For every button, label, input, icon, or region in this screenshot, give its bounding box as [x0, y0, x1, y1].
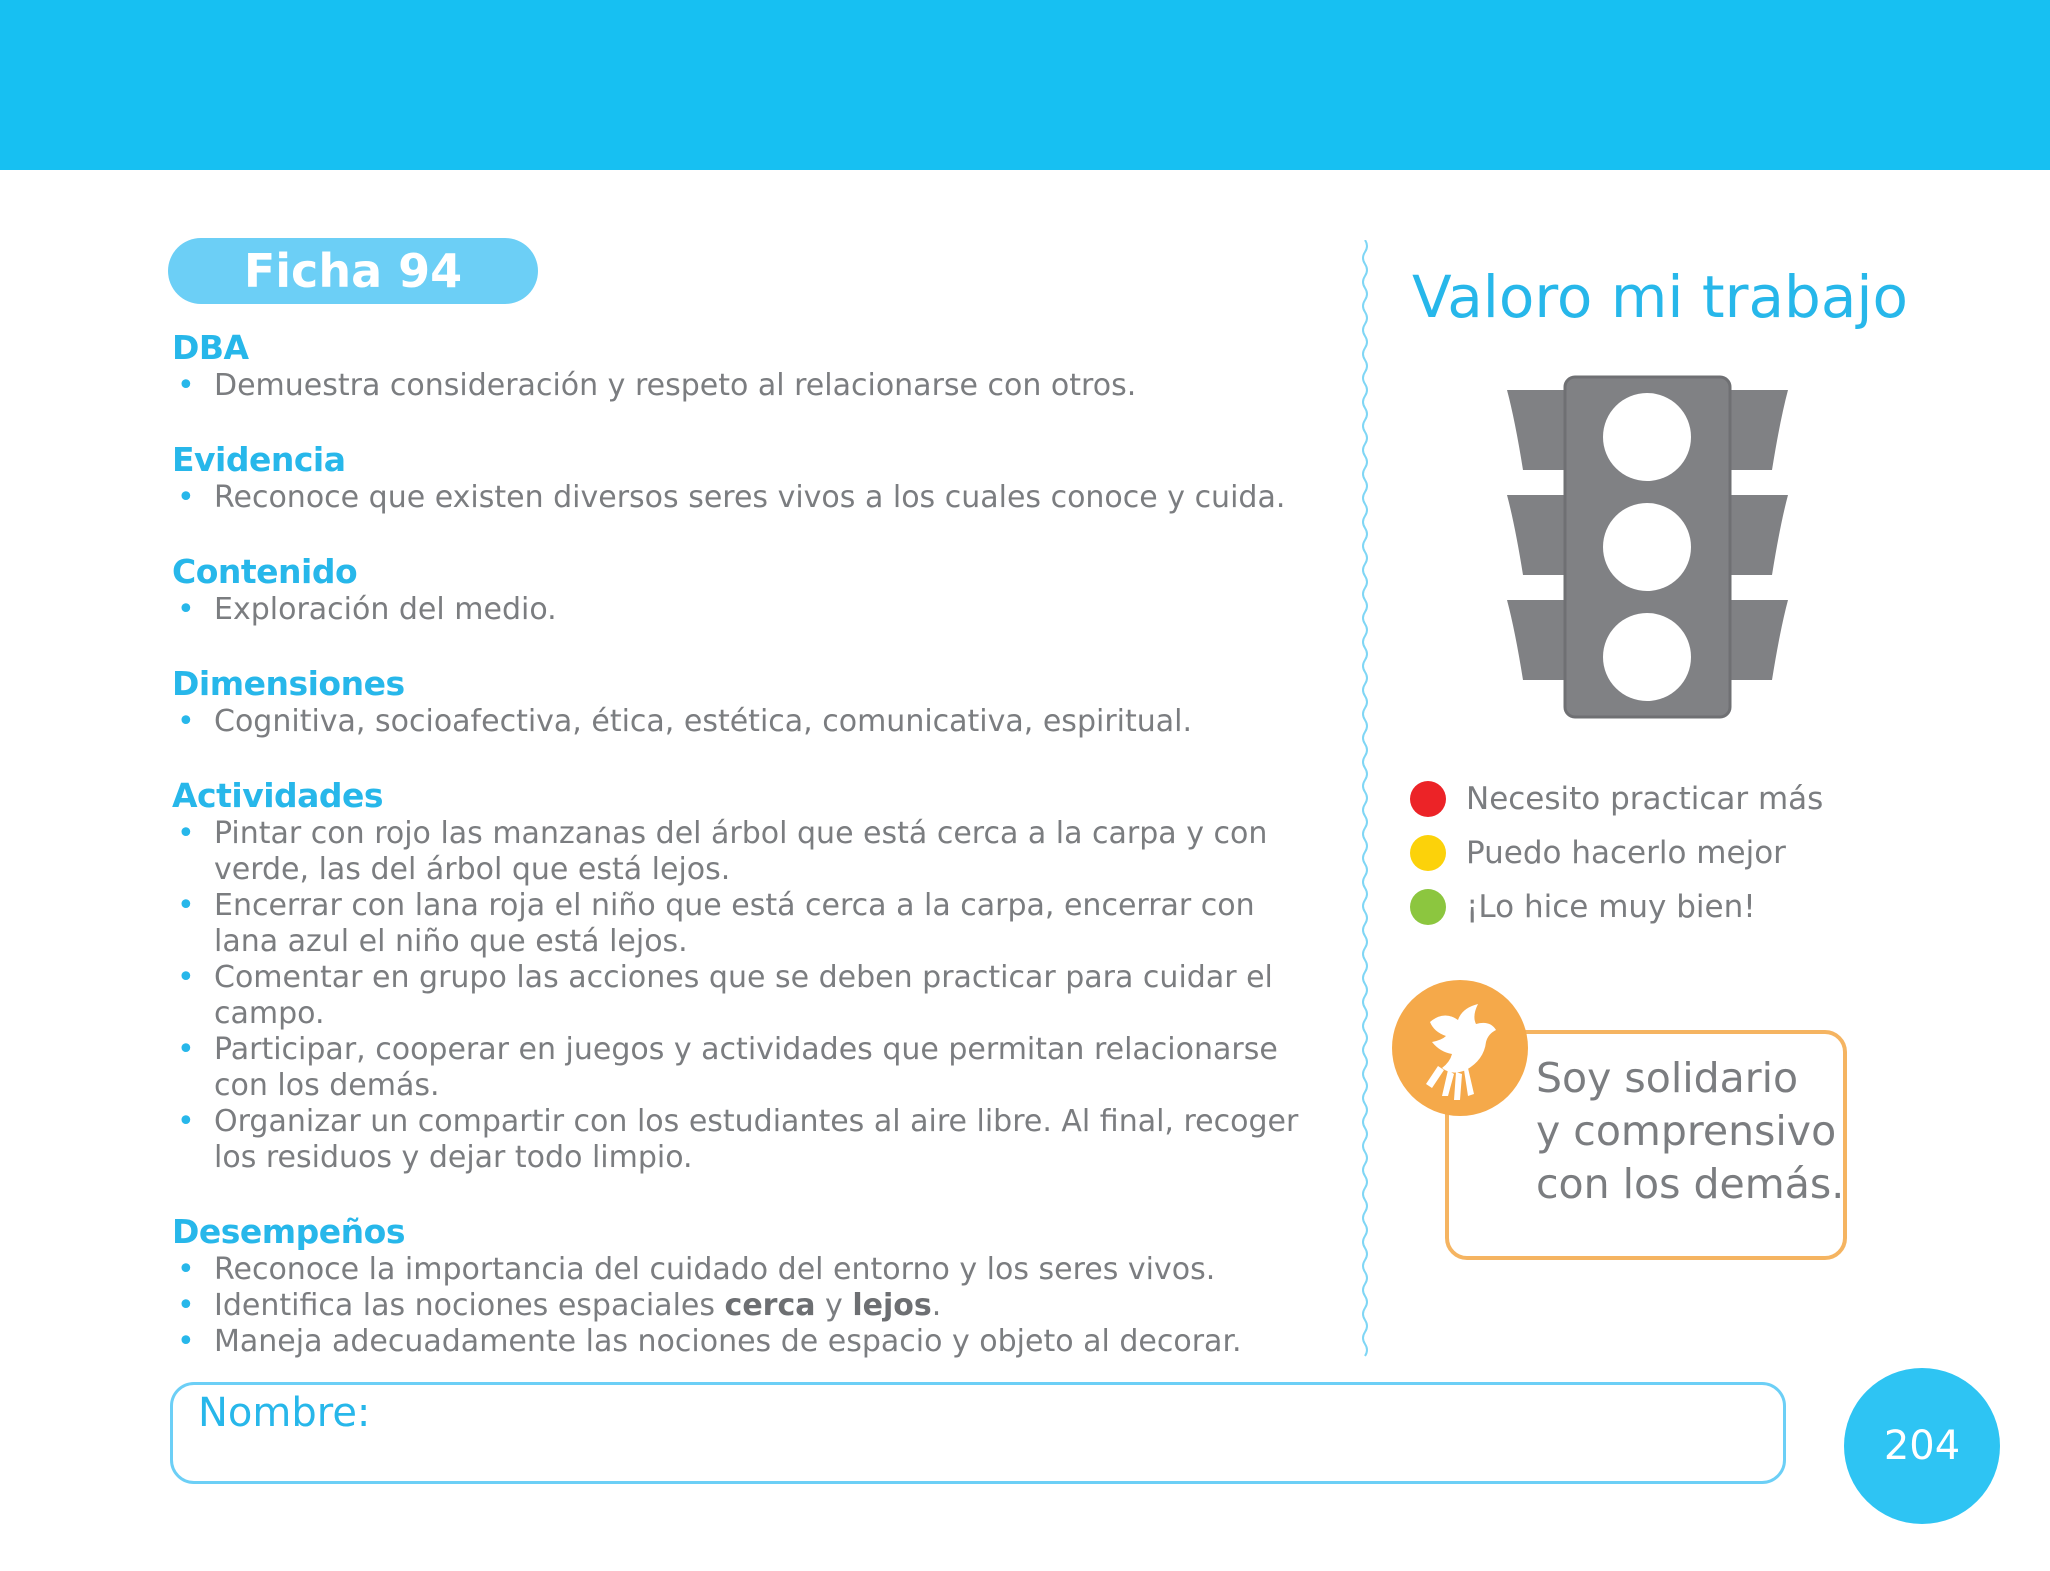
ficha-label: Ficha 94 — [243, 244, 463, 298]
sections-column: DBA Demuestra consideración y respeto al… — [172, 328, 1322, 1396]
list-item: Comentar en grupo las acciones que se de… — [172, 960, 1322, 1032]
green-dot-icon — [1410, 889, 1446, 925]
text-run: Identifica las nociones espaciales — [214, 1288, 725, 1323]
section-title: Contenido — [172, 552, 358, 591]
section-title: Dimensiones — [172, 664, 405, 703]
section-dba: DBA Demuestra consideración y respeto al… — [172, 328, 1322, 404]
section-title: Evidencia — [172, 440, 346, 479]
legend-item-green: ¡Lo hice muy bien! — [1410, 880, 1823, 934]
page-number-badge: 204 — [1844, 1368, 2000, 1524]
section-actividades: Actividades Pintar con rojo las manzanas… — [172, 776, 1322, 1176]
bold-word-cerca: cerca — [724, 1288, 816, 1323]
rating-legend: Necesito practicar más Puedo hacerlo mej… — [1410, 772, 1823, 934]
section-dimensiones: Dimensiones Cognitiva, socioafectiva, ét… — [172, 664, 1322, 740]
list-item: Identifica las nociones espaciales cerca… — [172, 1288, 1322, 1324]
list-item: Encerrar con lana roja el niño que está … — [172, 888, 1322, 960]
bold-word-lejos: lejos — [852, 1288, 932, 1323]
value-line: Soy solidario — [1536, 1054, 1799, 1102]
section-title: DBA — [172, 328, 249, 367]
section-title: Actividades — [172, 776, 384, 815]
legend-label: Puedo hacerlo mejor — [1466, 835, 1786, 871]
text-run: . — [931, 1288, 942, 1323]
section-evidencia: Evidencia Reconoce que existen diversos … — [172, 440, 1322, 516]
value-line: con los demás. — [1536, 1160, 1845, 1208]
legend-item-yellow: Puedo hacerlo mejor — [1410, 826, 1823, 880]
legend-label: ¡Lo hice muy bien! — [1466, 889, 1756, 925]
list-item: Cognitiva, socioafectiva, ética, estétic… — [172, 704, 1322, 740]
traffic-light-icon — [1507, 375, 1788, 719]
header-band — [0, 0, 2050, 170]
list-item: Participar, cooperar en juegos y activid… — [172, 1032, 1322, 1104]
value-line: y comprensivo — [1536, 1107, 1837, 1155]
list-item: Maneja adecuadamente las nociones de esp… — [172, 1324, 1322, 1360]
column-divider — [1362, 240, 1368, 1357]
valoro-title: Valoro mi trabajo — [1412, 263, 1908, 331]
name-field[interactable] — [170, 1382, 1786, 1484]
list-item: Organizar un compartir con los estudiant… — [172, 1104, 1322, 1176]
value-card-text: Soy solidario y comprensivo con los demá… — [1536, 1052, 1856, 1211]
list-item: Pintar con rojo las manzanas del árbol q… — [172, 816, 1322, 888]
red-dot-icon — [1410, 781, 1446, 817]
list-item: Reconoce la importancia del cuidado del … — [172, 1252, 1322, 1288]
legend-item-red: Necesito practicar más — [1410, 772, 1823, 826]
list-item: Demuestra consideración y respeto al rel… — [172, 368, 1322, 404]
section-contenido: Contenido Exploración del medio. — [172, 552, 1322, 628]
text-run: y — [815, 1288, 853, 1323]
dove-hand-icon — [1392, 980, 1528, 1116]
section-title: Desempeños — [172, 1212, 406, 1251]
section-desempenos: Desempeños Reconoce la importancia del c… — [172, 1212, 1322, 1360]
list-item: Exploración del medio. — [172, 592, 1322, 628]
ficha-badge: Ficha 94 — [168, 238, 538, 304]
legend-label: Necesito practicar más — [1466, 781, 1824, 817]
page-number: 204 — [1883, 1423, 1961, 1469]
yellow-dot-icon — [1410, 835, 1446, 871]
list-item: Reconoce que existen diversos seres vivo… — [172, 480, 1322, 516]
name-label: Nombre: — [198, 1390, 371, 1436]
